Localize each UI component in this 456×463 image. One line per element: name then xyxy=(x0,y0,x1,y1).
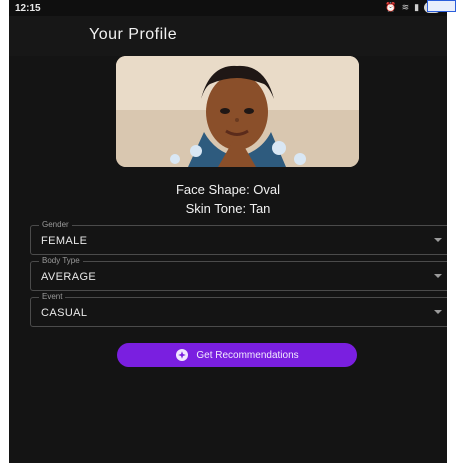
profile-photo xyxy=(116,56,359,167)
sparkle-icon xyxy=(176,349,189,361)
gender-label: Gender xyxy=(39,220,72,230)
phone-screen: 12:15 ⏰ ≋ ▮ 75 Your Profile Face S xyxy=(9,0,447,463)
body-type-label: Body Type xyxy=(39,256,83,266)
signal-icon: ▮ xyxy=(414,2,420,12)
get-recommendations-label: Get Recommendations xyxy=(196,349,299,361)
chevron-down-icon[interactable] xyxy=(433,271,443,281)
gender-value: FEMALE xyxy=(41,235,88,247)
profile-photo-image xyxy=(116,56,359,167)
skin-tone-result: Skin Tone: Tan xyxy=(185,201,271,216)
app-bar: Your Profile xyxy=(9,16,447,56)
chevron-down-icon[interactable] xyxy=(433,307,443,317)
body-type-value: AVERAGE xyxy=(41,271,97,283)
gender-dropdown[interactable]: Gender FEMALE xyxy=(30,220,447,255)
get-recommendations-button[interactable]: Get Recommendations xyxy=(117,343,357,367)
status-bar: 12:15 ⏰ ≋ ▮ 75 xyxy=(9,0,447,16)
corner-link[interactable] xyxy=(427,0,456,12)
chevron-down-icon[interactable] xyxy=(433,235,443,245)
body-type-dropdown[interactable]: Body Type AVERAGE xyxy=(30,256,447,291)
status-time: 12:15 xyxy=(15,3,41,14)
page-title: Your Profile xyxy=(89,26,178,43)
wifi-icon: ≋ xyxy=(401,2,410,12)
face-shape-result: Face Shape: Oval xyxy=(175,182,281,197)
event-value: CASUAL xyxy=(41,307,88,319)
alarm-icon: ⏰ xyxy=(385,2,397,12)
event-label: Event xyxy=(39,292,66,302)
event-dropdown[interactable]: Event CASUAL xyxy=(30,292,447,327)
